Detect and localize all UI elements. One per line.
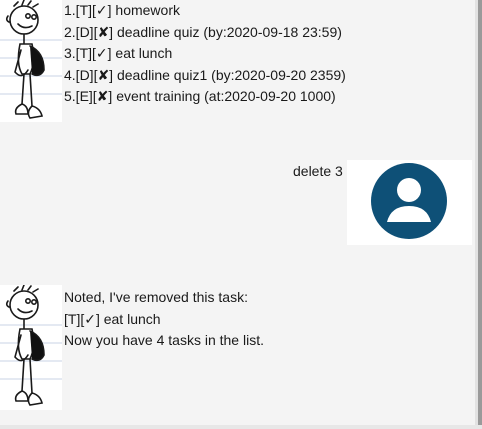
task-line: 4.[D][✘] deadline quiz1 (by:2020-09-20 2… bbox=[64, 66, 346, 83]
task-line: 5.[E][✘] event training (at:2020-09-20 1… bbox=[64, 88, 336, 104]
window-bottom-edge bbox=[0, 425, 482, 429]
reply-line: [T][✓] eat lunch bbox=[64, 310, 161, 327]
duke-reply-bubble: Noted, I've removed this task: [T][✓] ea… bbox=[64, 287, 264, 352]
user-message-text: delete 3 bbox=[293, 163, 343, 179]
reply-line: Now you have 4 tasks in the list. bbox=[64, 332, 264, 348]
duke-avatar-icon bbox=[0, 285, 62, 410]
task-line: 1.[T][✓] homework bbox=[64, 2, 180, 18]
duke-avatar-icon bbox=[0, 0, 62, 122]
window-scrollbar-edge bbox=[478, 0, 482, 429]
task-line: 2.[D][✘] deadline quiz (by:2020-09-18 23… bbox=[64, 23, 342, 40]
user-profile-icon bbox=[347, 160, 472, 245]
reply-line: Noted, I've removed this task: bbox=[64, 289, 248, 305]
task-line: 3.[T][✓] eat lunch bbox=[64, 45, 173, 61]
duke-reply-bubble: 1.[T][✓] homework 2.[D][✘] deadline quiz… bbox=[64, 0, 346, 108]
